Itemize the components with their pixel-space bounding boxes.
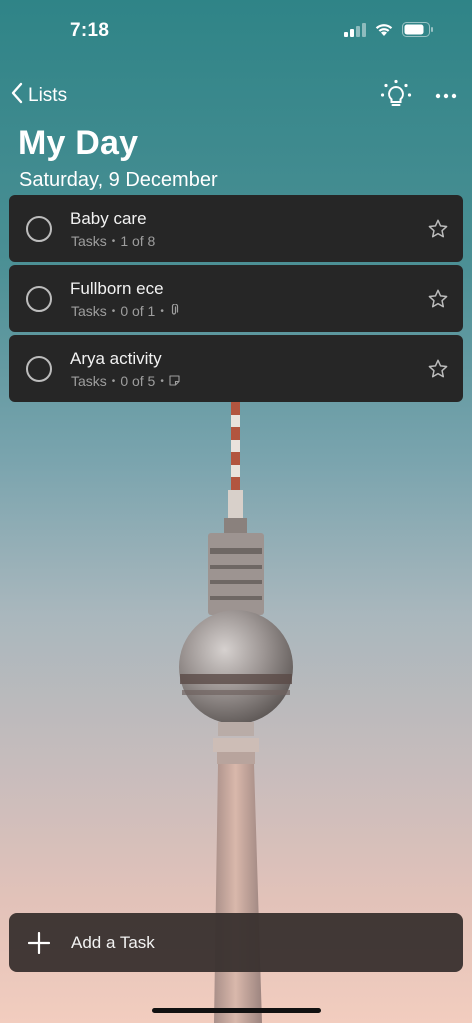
page-date: Saturday, 9 December (19, 169, 218, 191)
star-icon[interactable] (427, 288, 449, 310)
add-task-label: Add a Task (71, 933, 155, 952)
more-options-button[interactable] (432, 84, 460, 108)
cellular-signal-icon (344, 22, 366, 42)
star-icon[interactable] (427, 358, 449, 380)
back-label: Lists (28, 84, 68, 106)
battery-icon (402, 22, 434, 42)
complete-task-checkbox[interactable] (26, 356, 52, 382)
ellipsis-icon (432, 93, 460, 112)
task-title: Arya activity (70, 349, 162, 368)
task-list-name: Tasks (71, 373, 107, 389)
task-step-progress: 0 of 1 (120, 303, 156, 319)
home-indicator[interactable] (152, 1008, 321, 1013)
task-meta: Tasks • 0 of 5 • (71, 373, 180, 389)
page-title: My Day (18, 124, 139, 162)
plus-icon (27, 931, 51, 955)
separator-dot: • (111, 235, 116, 247)
status-icons (344, 22, 434, 42)
task-item[interactable]: Fullborn ece Tasks • 0 of 1 • (9, 265, 463, 332)
task-meta: Tasks • 1 of 8 (71, 233, 155, 249)
task-item[interactable]: Arya activity Tasks • 0 of 5 • (9, 335, 463, 402)
wifi-icon (374, 22, 394, 42)
task-list-name: Tasks (71, 233, 107, 249)
task-item[interactable]: Baby care Tasks • 1 of 8 (9, 195, 463, 262)
task-list-name: Tasks (71, 303, 107, 319)
suggestions-button[interactable] (378, 78, 414, 114)
task-step-progress: 1 of 8 (120, 233, 156, 249)
attachment-icon (169, 303, 179, 319)
complete-task-checkbox[interactable] (26, 286, 52, 312)
note-icon (169, 373, 180, 389)
status-time: 7:18 (70, 20, 110, 41)
chevron-left-icon (10, 82, 24, 109)
add-task-button[interactable]: Add a Task (9, 913, 463, 972)
status-bar: 7:18 (0, 0, 472, 64)
task-step-progress: 0 of 5 (120, 373, 156, 389)
complete-task-checkbox[interactable] (26, 216, 52, 242)
task-meta: Tasks • 0 of 1 • (71, 303, 179, 319)
navigation-bar: Lists (0, 78, 472, 114)
separator-dot: • (111, 305, 116, 317)
task-title: Baby care (70, 209, 147, 228)
separator-dot: • (111, 375, 116, 387)
back-to-lists-button[interactable]: Lists (10, 82, 67, 109)
task-title: Fullborn ece (70, 279, 164, 298)
separator-dot: • (160, 375, 164, 387)
separator-dot: • (160, 305, 164, 317)
lightbulb-icon (378, 79, 414, 118)
task-list: Baby care Tasks • 1 of 8 Fullborn ece Ta… (9, 195, 463, 405)
star-icon[interactable] (427, 218, 449, 240)
